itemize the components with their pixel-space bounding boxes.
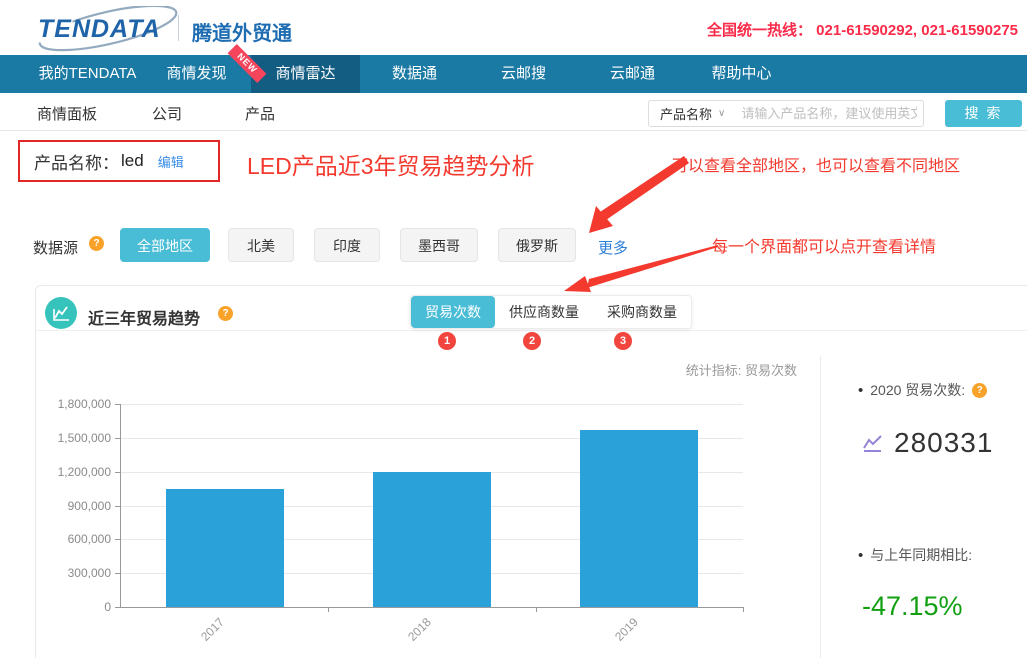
nav-item-datapass[interactable]: 数据通 — [360, 55, 469, 93]
datasource-label: 数据源 — [33, 237, 78, 258]
logo-divider — [178, 15, 179, 41]
help-icon[interactable]: ? — [972, 383, 987, 398]
nav-item-radar[interactable]: 商情雷达 — [251, 55, 360, 93]
edit-link[interactable]: 编辑 — [158, 152, 184, 171]
subnav-item-company[interactable]: 公司 — [152, 103, 182, 124]
nav-item-my-tendata[interactable]: 我的TENDATA — [33, 55, 142, 93]
help-icon[interactable]: ? — [218, 306, 233, 321]
product-name-value: led — [121, 151, 144, 171]
stat-yoy-label: 与上年同期相比: — [870, 545, 972, 565]
mini-trend-icon — [862, 433, 884, 453]
stat-2020-value: 280331 — [894, 427, 993, 459]
y-axis-label: 300,000 — [9, 566, 111, 580]
trend-chart-icon — [45, 297, 77, 329]
chart-bar-2019[interactable] — [580, 430, 698, 607]
y-axis-label: 1,800,000 — [9, 397, 111, 411]
chart-bar-2018[interactable] — [373, 472, 491, 607]
gridline — [121, 607, 743, 608]
nav-item-cloud-mail-search[interactable]: 云邮搜 — [469, 55, 578, 93]
step-marker-1: 1 — [438, 332, 456, 350]
region-tab-mexico[interactable]: 墨西哥 — [400, 228, 478, 262]
y-axis-tick — [115, 438, 121, 439]
more-regions-link[interactable]: 更多 — [598, 237, 628, 258]
brand-name: 腾道外贸通 — [192, 17, 292, 46]
card-header-divider — [36, 330, 1027, 331]
hotline-text: 全国统一热线： 021-61590292, 021-61590275 — [707, 19, 1018, 40]
stat-yoy-row: • 与上年同期相比: — [858, 545, 972, 565]
logo-text: TENDATA — [38, 15, 161, 43]
chart-bar-2017[interactable] — [166, 489, 284, 607]
search-input[interactable] — [733, 106, 925, 121]
tab-buyer-count[interactable]: 采购商数量 — [593, 296, 691, 328]
chevron-down-icon[interactable]: ∨ — [718, 108, 725, 119]
y-axis-label: 1,500,000 — [9, 431, 111, 445]
y-axis-tick — [115, 472, 121, 473]
y-axis-tick — [115, 506, 121, 507]
y-axis-tick — [115, 404, 121, 405]
panel-title: 近三年贸易趋势 — [88, 305, 200, 329]
nav-item-help-center[interactable]: 帮助中心 — [687, 55, 796, 93]
bullet-icon: • — [858, 382, 863, 399]
tab-trade-count[interactable]: 贸易次数 — [411, 296, 495, 328]
subnav-item-product[interactable]: 产品 — [245, 103, 275, 124]
y-axis-label: 1,200,000 — [9, 465, 111, 479]
tendata-logo[interactable]: TENDATA — [30, 6, 185, 52]
main-nav: 我的TENDATA 商情发现 商情雷达 数据通 云邮搜 云邮通 帮助中心 — [0, 55, 1027, 93]
statistic-indicator-label: 统计指标: 贸易次数 — [600, 360, 797, 379]
y-axis-tick — [115, 607, 121, 608]
tab-supplier-count[interactable]: 供应商数量 — [495, 296, 593, 328]
trade-trend-bar-chart: 0300,000600,000900,0001,200,0001,500,000… — [120, 404, 743, 607]
annotation-detail-note: 每一个界面都可以点开查看详情 — [712, 233, 936, 257]
stat-2020-label: 2020 贸易次数: — [870, 380, 965, 400]
step-marker-2: 2 — [523, 332, 541, 350]
annotation-headline: LED产品近3年贸易趋势分析 — [247, 147, 535, 181]
x-axis-tick — [536, 607, 537, 612]
region-tab-all[interactable]: 全部地区 — [120, 228, 210, 262]
product-name-label: 产品名称： — [34, 149, 119, 174]
y-axis-label: 900,000 — [9, 499, 111, 513]
product-name-box: 产品名称： led 编辑 — [18, 140, 220, 182]
stat-2020-value-row: 280331 — [862, 427, 993, 459]
stats-divider — [820, 356, 821, 658]
stat-yoy-value: -47.15% — [862, 591, 963, 622]
gridline — [121, 404, 743, 405]
region-tab-north-america[interactable]: 北美 — [228, 228, 294, 262]
subnav-item-dashboard[interactable]: 商情面板 — [37, 103, 97, 124]
stat-2020-row: • 2020 贸易次数: ? — [858, 380, 987, 400]
y-axis-label: 600,000 — [9, 532, 111, 546]
search-box: 产品名称 ∨ — [648, 100, 924, 127]
y-axis-label: 0 — [9, 600, 111, 614]
region-tab-russia[interactable]: 俄罗斯 — [498, 228, 576, 262]
page: TENDATA 腾道外贸通 全国统一热线： 021-61590292, 021-… — [0, 0, 1027, 658]
y-axis-tick — [115, 573, 121, 574]
search-button[interactable]: 搜 索 — [945, 100, 1022, 127]
metric-tabs: 贸易次数 供应商数量 采购商数量 — [410, 295, 692, 329]
region-tab-india[interactable]: 印度 — [314, 228, 380, 262]
help-icon[interactable]: ? — [89, 236, 104, 251]
search-category-select[interactable]: 产品名称 — [649, 104, 718, 123]
nav-item-cloud-mail[interactable]: 云邮通 — [578, 55, 687, 93]
y-axis-tick — [115, 539, 121, 540]
x-axis-tick — [743, 607, 744, 612]
step-marker-3: 3 — [614, 332, 632, 350]
x-axis-tick — [328, 607, 329, 612]
bullet-icon: • — [858, 547, 863, 564]
annotation-regions-note: 可以查看全部地区，也可以查看不同地区 — [672, 152, 960, 176]
